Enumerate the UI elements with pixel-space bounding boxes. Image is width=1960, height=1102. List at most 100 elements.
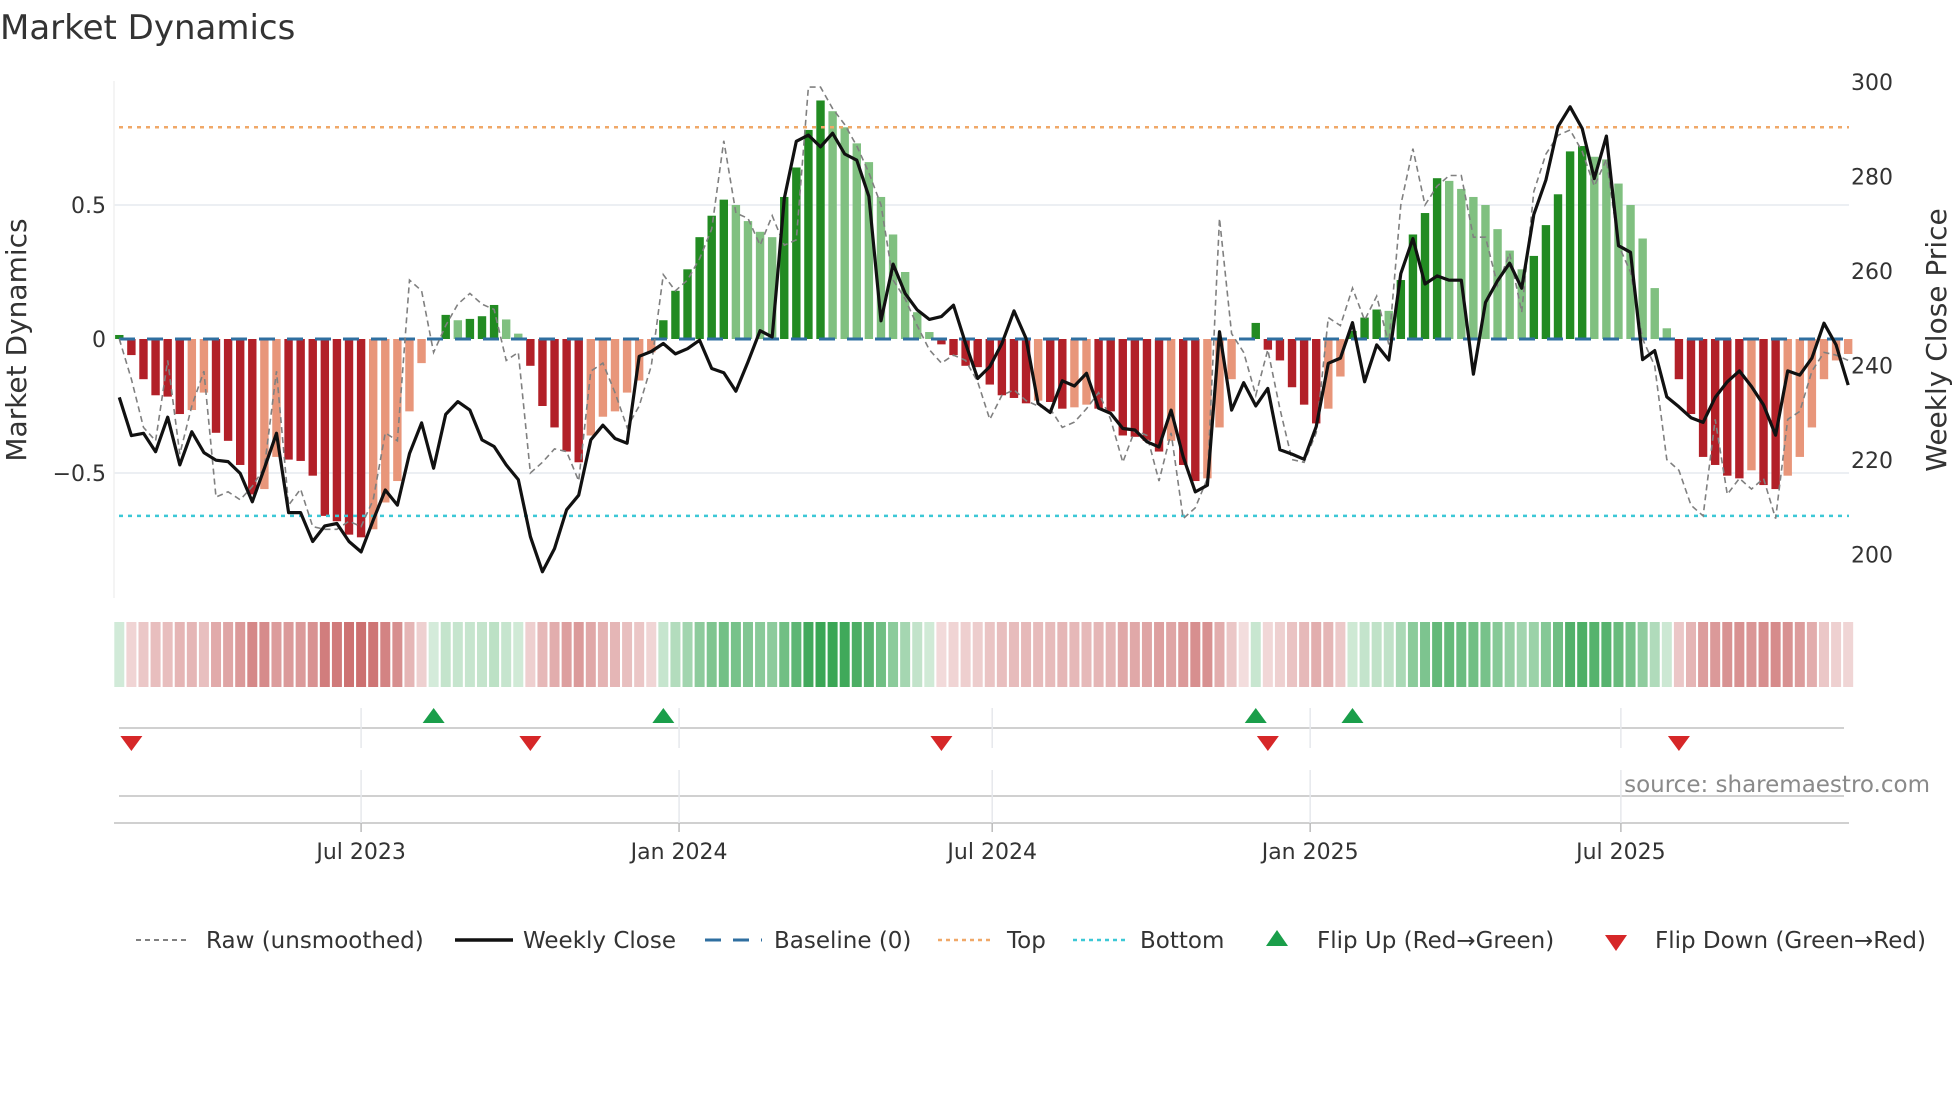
heat-cell [477, 622, 487, 687]
heat-cell [138, 622, 149, 687]
heat-cell [1553, 622, 1564, 687]
dynamics-bar [973, 339, 982, 368]
heat-cell [186, 622, 197, 687]
flip-up-marker [422, 708, 445, 723]
heat-cell [247, 622, 258, 687]
dynamics-bar [1287, 339, 1297, 388]
heat-cell [501, 622, 512, 687]
flip-down-marker [519, 736, 542, 751]
heat-cell [223, 622, 234, 687]
dynamics-bar [163, 339, 172, 397]
heat-cell [440, 622, 451, 687]
flip-markers [120, 708, 1690, 751]
dynamics-bar [1251, 322, 1260, 339]
heat-cell [984, 622, 995, 687]
heat-cell [549, 622, 560, 687]
dynamics-bar [804, 129, 813, 339]
heat-cell [1444, 622, 1455, 687]
dynamics-bar [356, 339, 366, 538]
dynamics-bar [1723, 339, 1732, 476]
heat-cell [1214, 622, 1225, 687]
dynamics-bar [1191, 339, 1200, 482]
y2-tick-label: 280 [1851, 166, 1893, 191]
dynamics-bar [622, 339, 632, 393]
dynamics-bar [1843, 339, 1853, 355]
dynamics-bar [562, 339, 571, 452]
y2-tick-label: 220 [1851, 449, 1893, 474]
heat-cell [537, 622, 548, 687]
y-tick-label: 0.5 [71, 194, 106, 219]
dynamics-bar [332, 339, 342, 522]
heat-cell [513, 622, 524, 687]
heat-cell [404, 622, 415, 687]
heat-cell [1323, 622, 1334, 687]
dynamics-bar [1372, 309, 1381, 339]
y2-tick-label: 300 [1851, 71, 1893, 96]
dynamics-bar [1541, 225, 1551, 339]
heat-cell [271, 622, 282, 687]
heat-cell [755, 622, 766, 687]
heat-cell [1274, 622, 1285, 687]
dynamics-bar [828, 111, 837, 339]
dynamics-bar [127, 339, 136, 356]
heat-cell [1686, 622, 1696, 687]
dynamics-bar [1529, 255, 1539, 339]
heat-cell [1359, 622, 1370, 687]
dynamics-bar [308, 339, 317, 476]
heat-cell [585, 622, 596, 687]
dynamics-bar [1686, 339, 1696, 415]
heat-cell [1190, 622, 1201, 687]
heat-cell [1069, 622, 1080, 687]
heat-cell [1734, 622, 1745, 687]
heat-cell [670, 622, 681, 687]
dynamics-bar [1577, 146, 1587, 339]
heat-cell [428, 622, 439, 687]
heat-cell [815, 622, 826, 687]
heat-cell [1565, 622, 1576, 687]
heat-cell [573, 622, 584, 687]
dynamics-bar [248, 339, 257, 495]
heat-cell [259, 622, 270, 687]
dynamics-bar [1360, 317, 1369, 339]
flip-down-icon [1605, 935, 1627, 951]
heat-cell [283, 622, 294, 687]
legend-label: Flip Up (Red→Green) [1317, 928, 1554, 954]
heat-strip [114, 622, 1854, 687]
heat-cell [1492, 622, 1503, 687]
heat-cell [1093, 622, 1104, 687]
heat-cell [307, 622, 318, 687]
heat-cell [767, 622, 778, 687]
market-dynamics-chart: Market Dynamics 0.5 0 −0.5 300 280 260 240 220… [0, 8, 1953, 954]
heat-cell [1057, 622, 1068, 687]
heat-cell [1105, 622, 1116, 687]
legend-item-flip-up: Flip Up (Red→Green) [1266, 928, 1554, 954]
heat-cell [948, 622, 959, 687]
legend: Raw (unsmoothed) Weekly Close Baseline (… [136, 928, 1926, 954]
heat-cell [1758, 622, 1769, 687]
heat-cell [1178, 622, 1189, 687]
chart-title: Market Dynamics [0, 8, 295, 48]
dynamics-bar [211, 339, 221, 433]
flip-up-icon [1266, 930, 1288, 946]
heat-cell [706, 622, 717, 687]
series-lines [117, 86, 1850, 574]
heat-cell [126, 622, 137, 687]
x-tick-label: Jul 2024 [945, 840, 1037, 865]
dynamics-bar [1445, 180, 1454, 339]
heat-cell [1299, 622, 1310, 687]
dynamics-bar [139, 339, 148, 380]
heat-cell [888, 622, 899, 687]
heat-cell [1129, 622, 1140, 687]
heat-cell [1226, 622, 1237, 687]
dynamics-bar [465, 318, 475, 339]
y2-tick-label: 240 [1851, 355, 1893, 380]
heat-cell [1166, 622, 1177, 687]
dynamics-bar [538, 339, 547, 406]
flip-up-marker [652, 708, 675, 723]
dynamics-bar [368, 339, 378, 530]
heat-cell [464, 622, 475, 687]
heat-cell [1468, 622, 1479, 687]
heat-cell [174, 622, 185, 687]
x-axis-ticks: Jul 2023 Jan 2024 Jul 2024 Jan 2025 Jul 2025 [314, 840, 1665, 865]
flip-down-marker [930, 736, 953, 751]
